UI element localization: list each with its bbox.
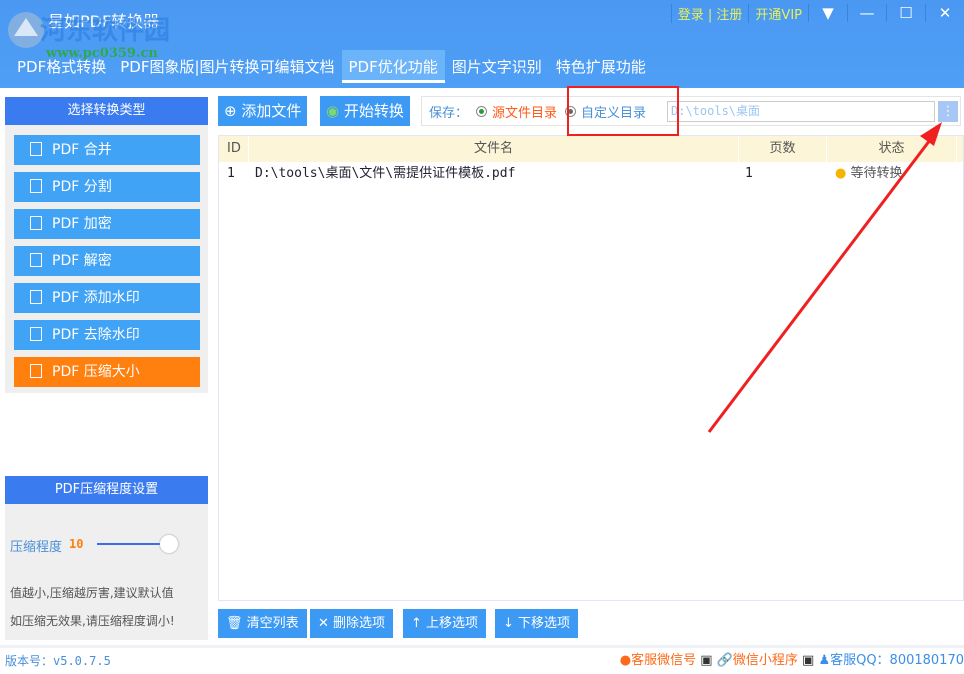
- annotation-arrow-icon: [707, 122, 942, 433]
